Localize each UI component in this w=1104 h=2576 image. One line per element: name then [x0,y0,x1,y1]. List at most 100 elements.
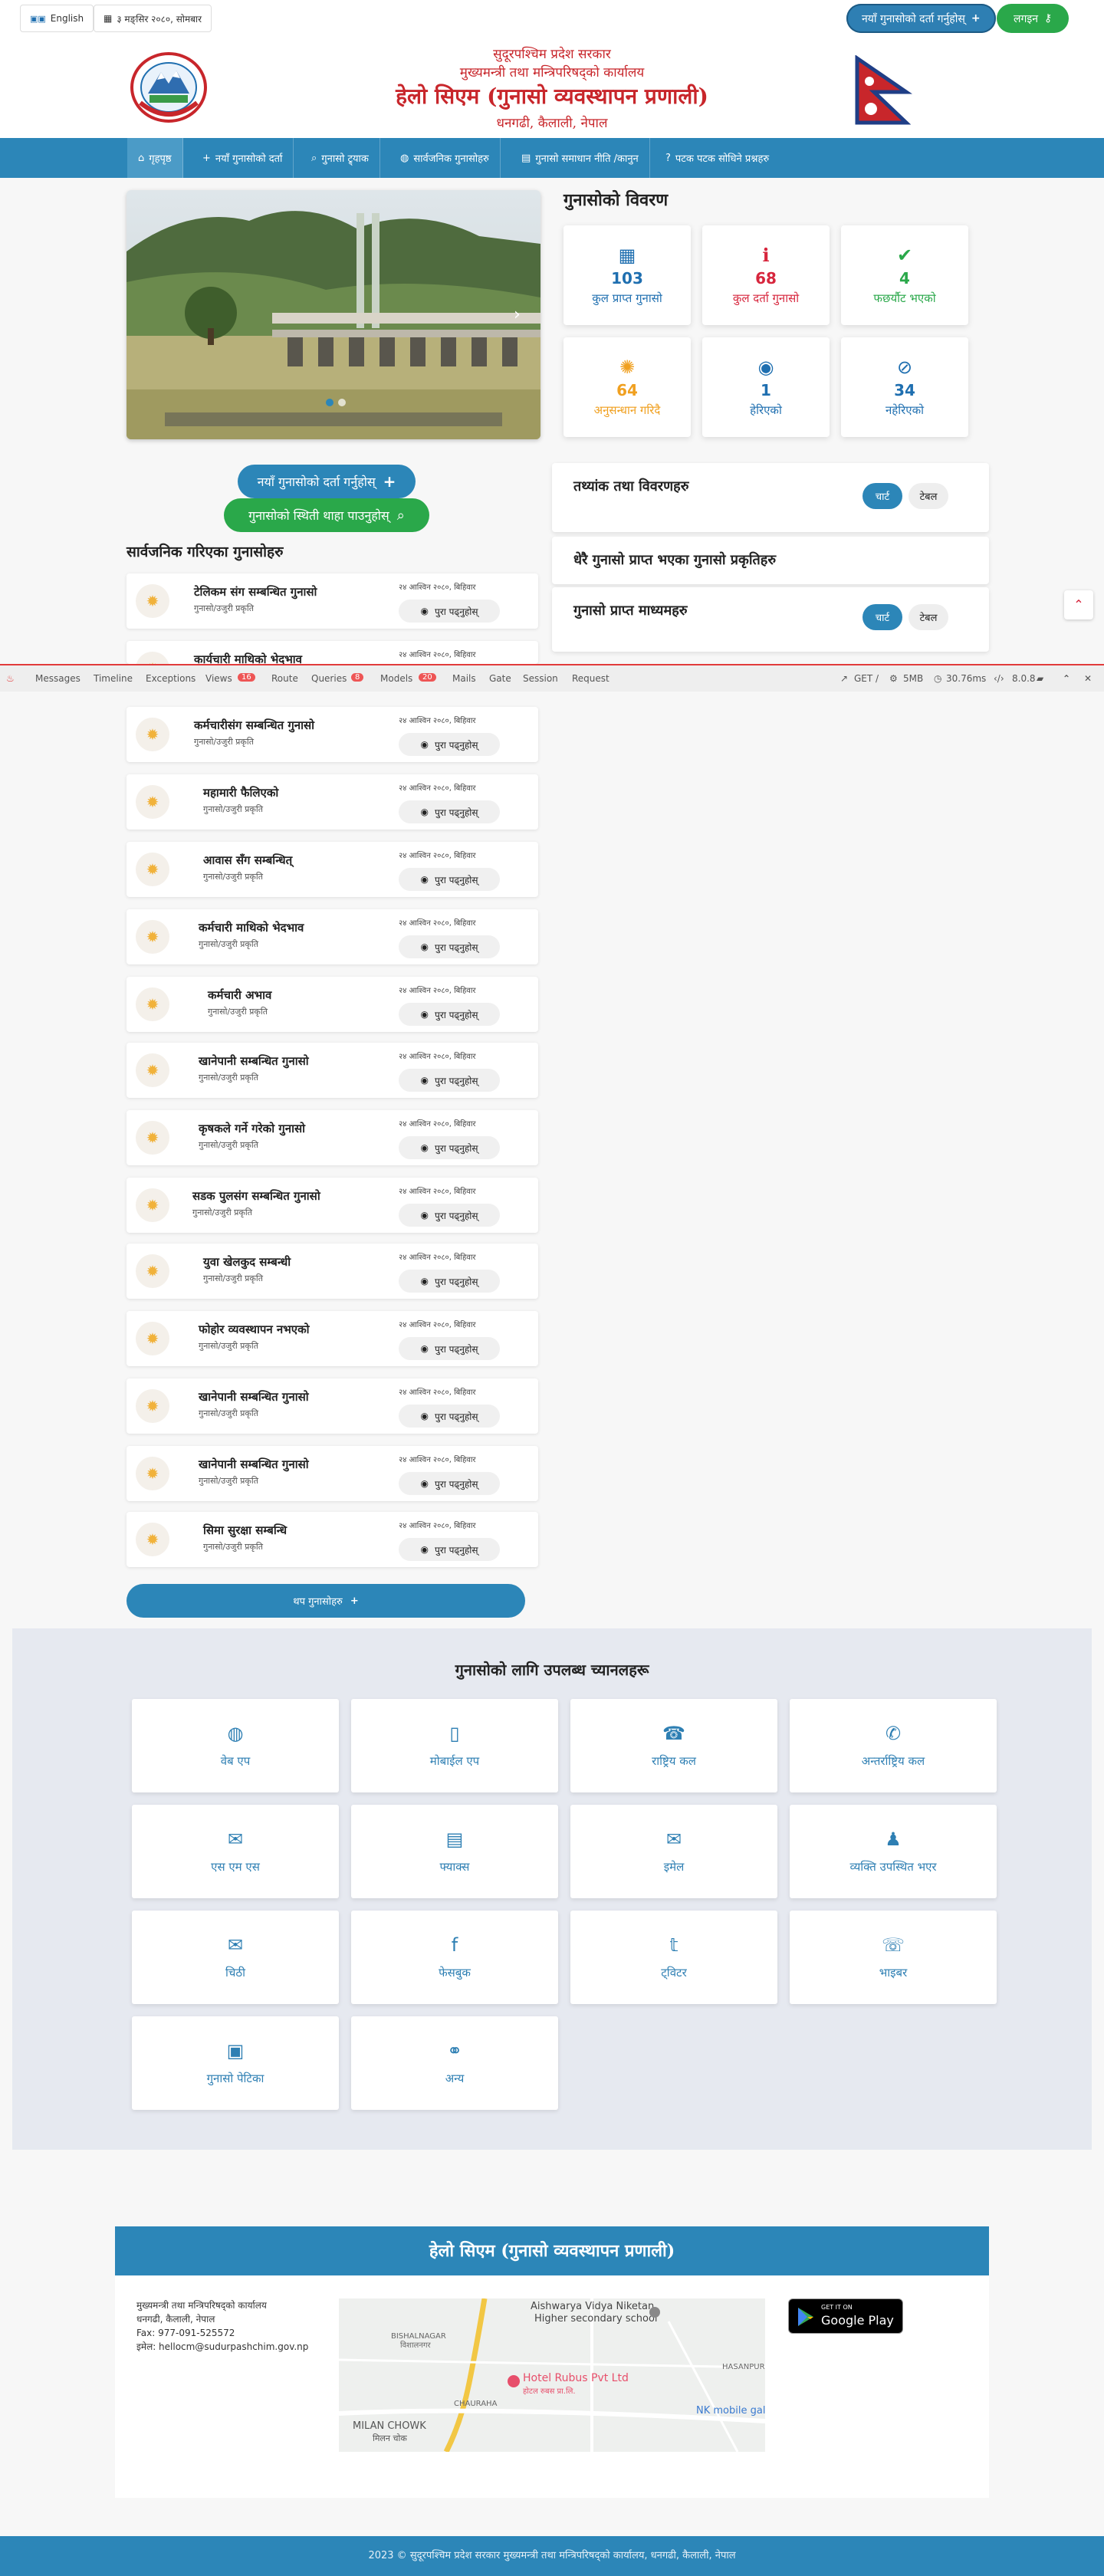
carousel-dot-2[interactable] [338,399,346,406]
debug-tab-mails[interactable]: Mails [452,673,476,684]
eye-icon: ◉ [420,1276,429,1286]
table-toggle-button[interactable]: टेबल [909,483,948,509]
stat-label: नहेरिएको [885,403,924,417]
read-more-button[interactable]: ◉ पुरा पढ्नुहोस् [399,600,500,623]
eye-icon: ◉ [420,1210,429,1221]
channel-card[interactable]: ✉ एस एम एस [132,1805,339,1898]
debug-tab-timeline[interactable]: Timeline [94,673,133,684]
channel-card[interactable]: ▣ गुनासो पेटिका [132,2016,339,2110]
complaint-card: ✹ आवास सँग सम्बन्धित् गुनासो/उजुरी प्रकृति… [127,842,538,897]
complaint-channels-panel-title: गुनासो प्राप्त माध्यमहरु [573,603,688,619]
channel-card[interactable]: ☎ राष्ट्रिय कल [570,1699,777,1792]
folder-icon[interactable]: ▰ [1037,673,1043,684]
channel-label: मोबाईल एप [429,1754,480,1768]
nav-label: नयाँ गुनासोको दर्ता [215,153,283,165]
nav-item-track[interactable]: ⌕ गुनासो ट्र्याक [301,138,380,178]
top-bar: ▣▣ English ▦ ३ मङ्सिर २०८०, सोमबार नयाँ … [0,0,1104,40]
scroll-top-button[interactable]: ⌃ [1064,590,1093,619]
channel-card[interactable]: ✆ अन्तर्राष्ट्रिय कल [790,1699,997,1792]
channel-card[interactable]: 𝕥 ट्विटर [570,1911,777,2004]
read-more-button[interactable]: ◉ पुरा पढ्नुहोस् [399,1405,500,1428]
stat-card-viewed: ◉ 1 हेरिएको [702,337,830,437]
eye-icon: ◉ [420,941,429,952]
read-more-button[interactable]: ◉ पुरा पढ्नुहोस् [399,1003,500,1026]
channel-card[interactable]: ◍ वेब एप [132,1699,339,1792]
register-complaint-top-button[interactable]: नयाँ गुनासोको दर्ता गर्नुहोस् + [846,4,996,33]
debugbar-logo-icon[interactable]: ♨ [6,673,15,684]
nav-item-public-complaints[interactable]: ◍ सार्वजनिक गुनासोहरु [389,138,501,178]
debug-tab-session[interactable]: Session [523,673,558,684]
close-icon[interactable]: ✕ [1084,673,1092,684]
chart-toggle-button[interactable]: चार्ट [863,604,902,630]
queries-count-badge: 8 [351,673,364,682]
debug-tab-route[interactable]: Route [271,673,298,684]
read-more-label: पुरा पढ्नुहोस् [435,739,478,751]
header-address: धनगढी, कैलाली, नेपाल [496,116,608,131]
code-icon: ‹/› [994,673,1004,684]
nav-item-faq[interactable]: ? पटक पटक सोधिने प्रश्नहरु [655,138,780,178]
complaint-card: ✹ महामारी फैलिएको गुनासो/उजुरी प्रकृति २४ आ… [127,774,538,830]
carousel-next-icon[interactable]: › [514,305,521,324]
image-carousel[interactable]: › [127,190,540,439]
read-more-button[interactable]: ◉ पुरा पढ्नुहोस् [399,1270,500,1293]
read-more-button[interactable]: ◉ पुरा पढ्नुहोस् [399,733,500,756]
complaint-date: २४ आश्विन २०८०, बिहिवार [399,1188,476,1196]
login-button[interactable]: लगइन ⚷ [997,4,1070,33]
eye-slash-icon: ⊘ [896,356,913,378]
channel-card[interactable]: ▯ मोबाईल एप [351,1699,558,1792]
stats-title: गुनासोको विवरण [564,190,669,210]
google-play-badge[interactable]: GET IT ON Google Play [788,2298,903,2334]
nav-item-home[interactable]: ⌂ गृहपृष्ठ [127,138,183,178]
chevron-up-icon: ⌃ [1073,597,1084,612]
channel-card[interactable]: f फेसबुक [351,1911,558,2004]
nav-item-new-complaint[interactable]: + नयाँ गुनासोको दर्ता [192,138,294,178]
debug-tab-request[interactable]: Request [572,673,610,684]
complaint-category: गुनासो/उजुरी प्रकृति [203,872,263,882]
nav-item-policy[interactable]: ▤ गुनासो समाधान नीति /कानुन [511,138,650,178]
location-map[interactable]: Aishwarya Vidya Niketan Higher secondary… [339,2298,765,2452]
views-count-badge: 16 [238,673,255,682]
channel-card[interactable]: ♟ व्यक्ति उपस्थित भएर [790,1805,997,1898]
memory-usage: 5MB [903,673,924,684]
check-status-button[interactable]: गुनासोको स्थिती थाहा पाउनुहोस् ⌕ [224,498,429,532]
channel-card[interactable]: ✉ चिठी [132,1911,339,2004]
maximize-icon[interactable]: ⌃ [1063,673,1070,684]
stat-value: 64 [616,381,638,399]
complaint-date: २४ आश्विन २०८०, बिहिवार [399,987,476,995]
read-more-button[interactable]: ◉ पुरा पढ्नुहोस् [399,1204,500,1227]
register-complaint-button[interactable]: नयाँ गुनासोको दर्ता गर्नुहोस् + [238,465,416,498]
complaint-date: २४ आश्विन २०८०, बिहिवार [399,1120,476,1129]
read-more-button[interactable]: ◉ पुरा पढ्नुहोस् [399,800,500,823]
debug-tab-queries[interactable]: Queries [311,673,347,684]
read-more-button[interactable]: ◉ पुरा पढ्नुहोस् [399,868,500,891]
chart-toggle-button[interactable]: चार्ट [863,483,902,509]
debug-tab-models[interactable]: Models [380,673,412,684]
read-more-button[interactable]: ◉ पुरा पढ्नुहोस् [399,1472,500,1495]
key-icon: ⚷ [1044,12,1053,25]
debug-tab-gate[interactable]: Gate [489,673,511,684]
complaint-date: २४ आश्विन २०८०, बिहिवार [399,1053,476,1061]
carousel-caption-bar [165,412,502,426]
memory-icon: ⚙ [889,673,898,684]
table-toggle-button[interactable]: टेबल [909,604,948,630]
channel-card[interactable]: ⚭ अन्य [351,2016,558,2110]
debug-tab-messages[interactable]: Messages [35,673,80,684]
footer-email[interactable]: इमेल: hellocm@sudurpashchim.gov.np [136,2340,308,2354]
language-switch-button[interactable]: ▣▣ English [20,5,94,32]
debug-tab-exceptions[interactable]: Exceptions [146,673,196,684]
nepal-flag-icon [855,55,912,125]
read-more-button[interactable]: ◉ पुरा पढ्नुहोस् [399,1069,500,1092]
channel-card[interactable]: ☏ भाइबर [790,1911,997,2004]
debug-tab-views[interactable]: Views [205,673,232,684]
channel-card[interactable]: ✉ इमेल [570,1805,777,1898]
more-complaints-button[interactable]: थप गुनासोहरु + [127,1584,525,1618]
read-more-button[interactable]: ◉ पुरा पढ्नुहोस् [399,1538,500,1561]
read-more-button[interactable]: ◉ पुरा पढ्नुहोस् [399,1337,500,1360]
sun-icon: ✹ [136,1121,169,1155]
read-more-button[interactable]: ◉ पुरा पढ्नुहोस् [399,1136,500,1159]
complaint-card: ✹ कृषकले गर्ने गरेको गुनासो गुनासो/उजुरी प… [127,1110,538,1165]
read-more-button[interactable]: ◉ पुरा पढ्नुहोस् [399,935,500,958]
carousel-dot-1[interactable] [326,399,334,406]
eye-icon: ◉ [757,356,774,378]
channel-card[interactable]: ▤ फ्याक्स [351,1805,558,1898]
